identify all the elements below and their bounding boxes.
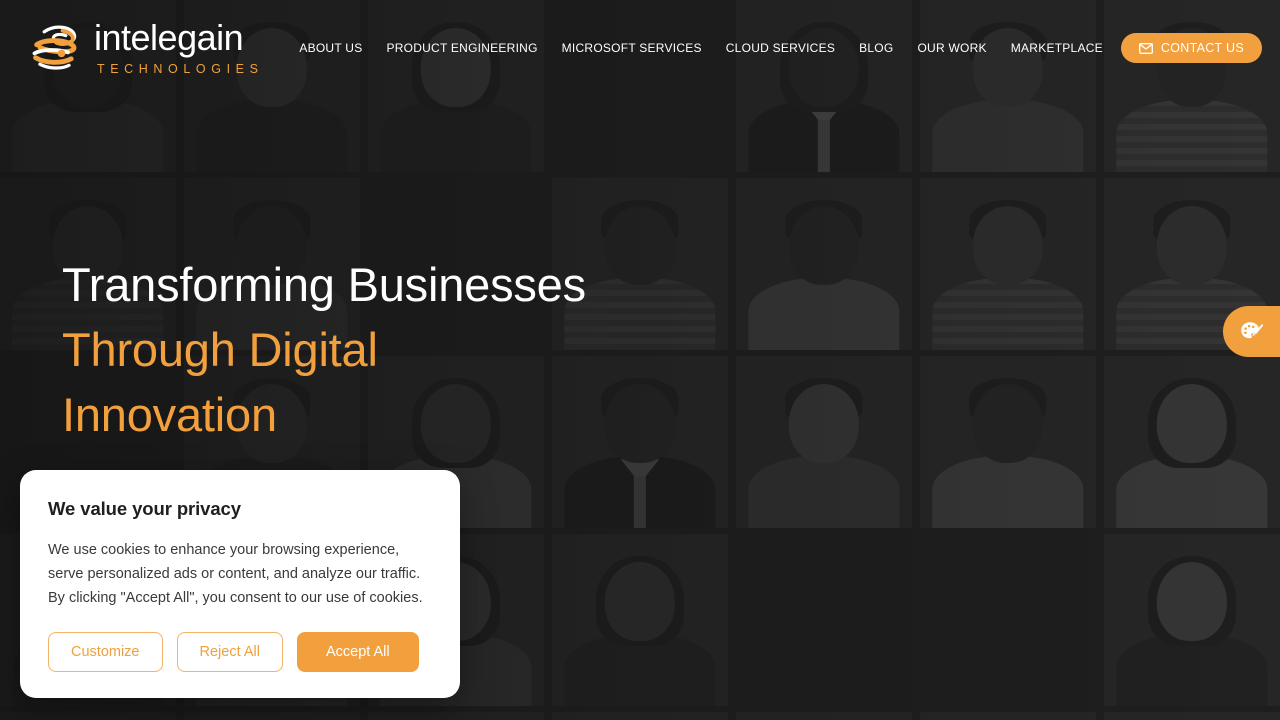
site-header: intelegain TECHNOLOGIES ABOUT US PRODUCT… xyxy=(0,0,1280,96)
cookie-consent-banner: We value your privacy We use cookies to … xyxy=(20,470,460,698)
paint-palette-icon xyxy=(1240,321,1263,338)
theme-customizer-tab[interactable] xyxy=(1223,306,1280,357)
nav-item-microsoft-services[interactable]: MICROSOFT SERVICES xyxy=(562,41,702,55)
reject-all-cookies-button[interactable]: Reject All xyxy=(176,632,283,672)
hero-headline-line-1: Transforming Businesses xyxy=(62,258,586,311)
cookie-banner-actions: Customize Reject All Accept All xyxy=(48,632,432,672)
cookie-banner-body: We use cookies to enhance your browsing … xyxy=(48,542,423,606)
contact-us-label: CONTACT US xyxy=(1160,41,1244,55)
accept-all-cookies-button[interactable]: Accept All xyxy=(296,632,419,672)
brand-name: intelegain xyxy=(94,17,244,59)
brand-logo[interactable]: intelegain TECHNOLOGIES xyxy=(28,20,264,76)
envelope-icon xyxy=(1138,42,1153,54)
nav-item-our-work[interactable]: OUR WORK xyxy=(917,41,986,55)
customize-cookies-button[interactable]: Customize xyxy=(48,632,163,672)
globe-swoosh-icon xyxy=(32,25,77,70)
nav-item-marketplace[interactable]: MARKETPLACE xyxy=(1011,41,1103,55)
brand-text: intelegain TECHNOLOGIES xyxy=(94,20,264,76)
nav-item-cloud-services[interactable]: CLOUD SERVICES xyxy=(726,41,835,55)
hero-headline-line-2: Through Digital xyxy=(62,323,378,376)
cookie-banner-title: We value your privacy xyxy=(48,498,241,519)
nav-item-blog[interactable]: BLOG xyxy=(859,41,893,55)
nav-item-product-engineering[interactable]: PRODUCT ENGINEERING xyxy=(386,41,537,55)
main-navigation: ABOUT US PRODUCT ENGINEERING MICROSOFT S… xyxy=(264,41,1103,55)
brand-tagline: TECHNOLOGIES xyxy=(97,62,264,77)
hero-headline-line-3: Innovation xyxy=(62,388,277,441)
contact-us-button[interactable]: CONTACT US xyxy=(1120,33,1262,63)
nav-item-about-us[interactable]: ABOUT US xyxy=(299,41,362,55)
